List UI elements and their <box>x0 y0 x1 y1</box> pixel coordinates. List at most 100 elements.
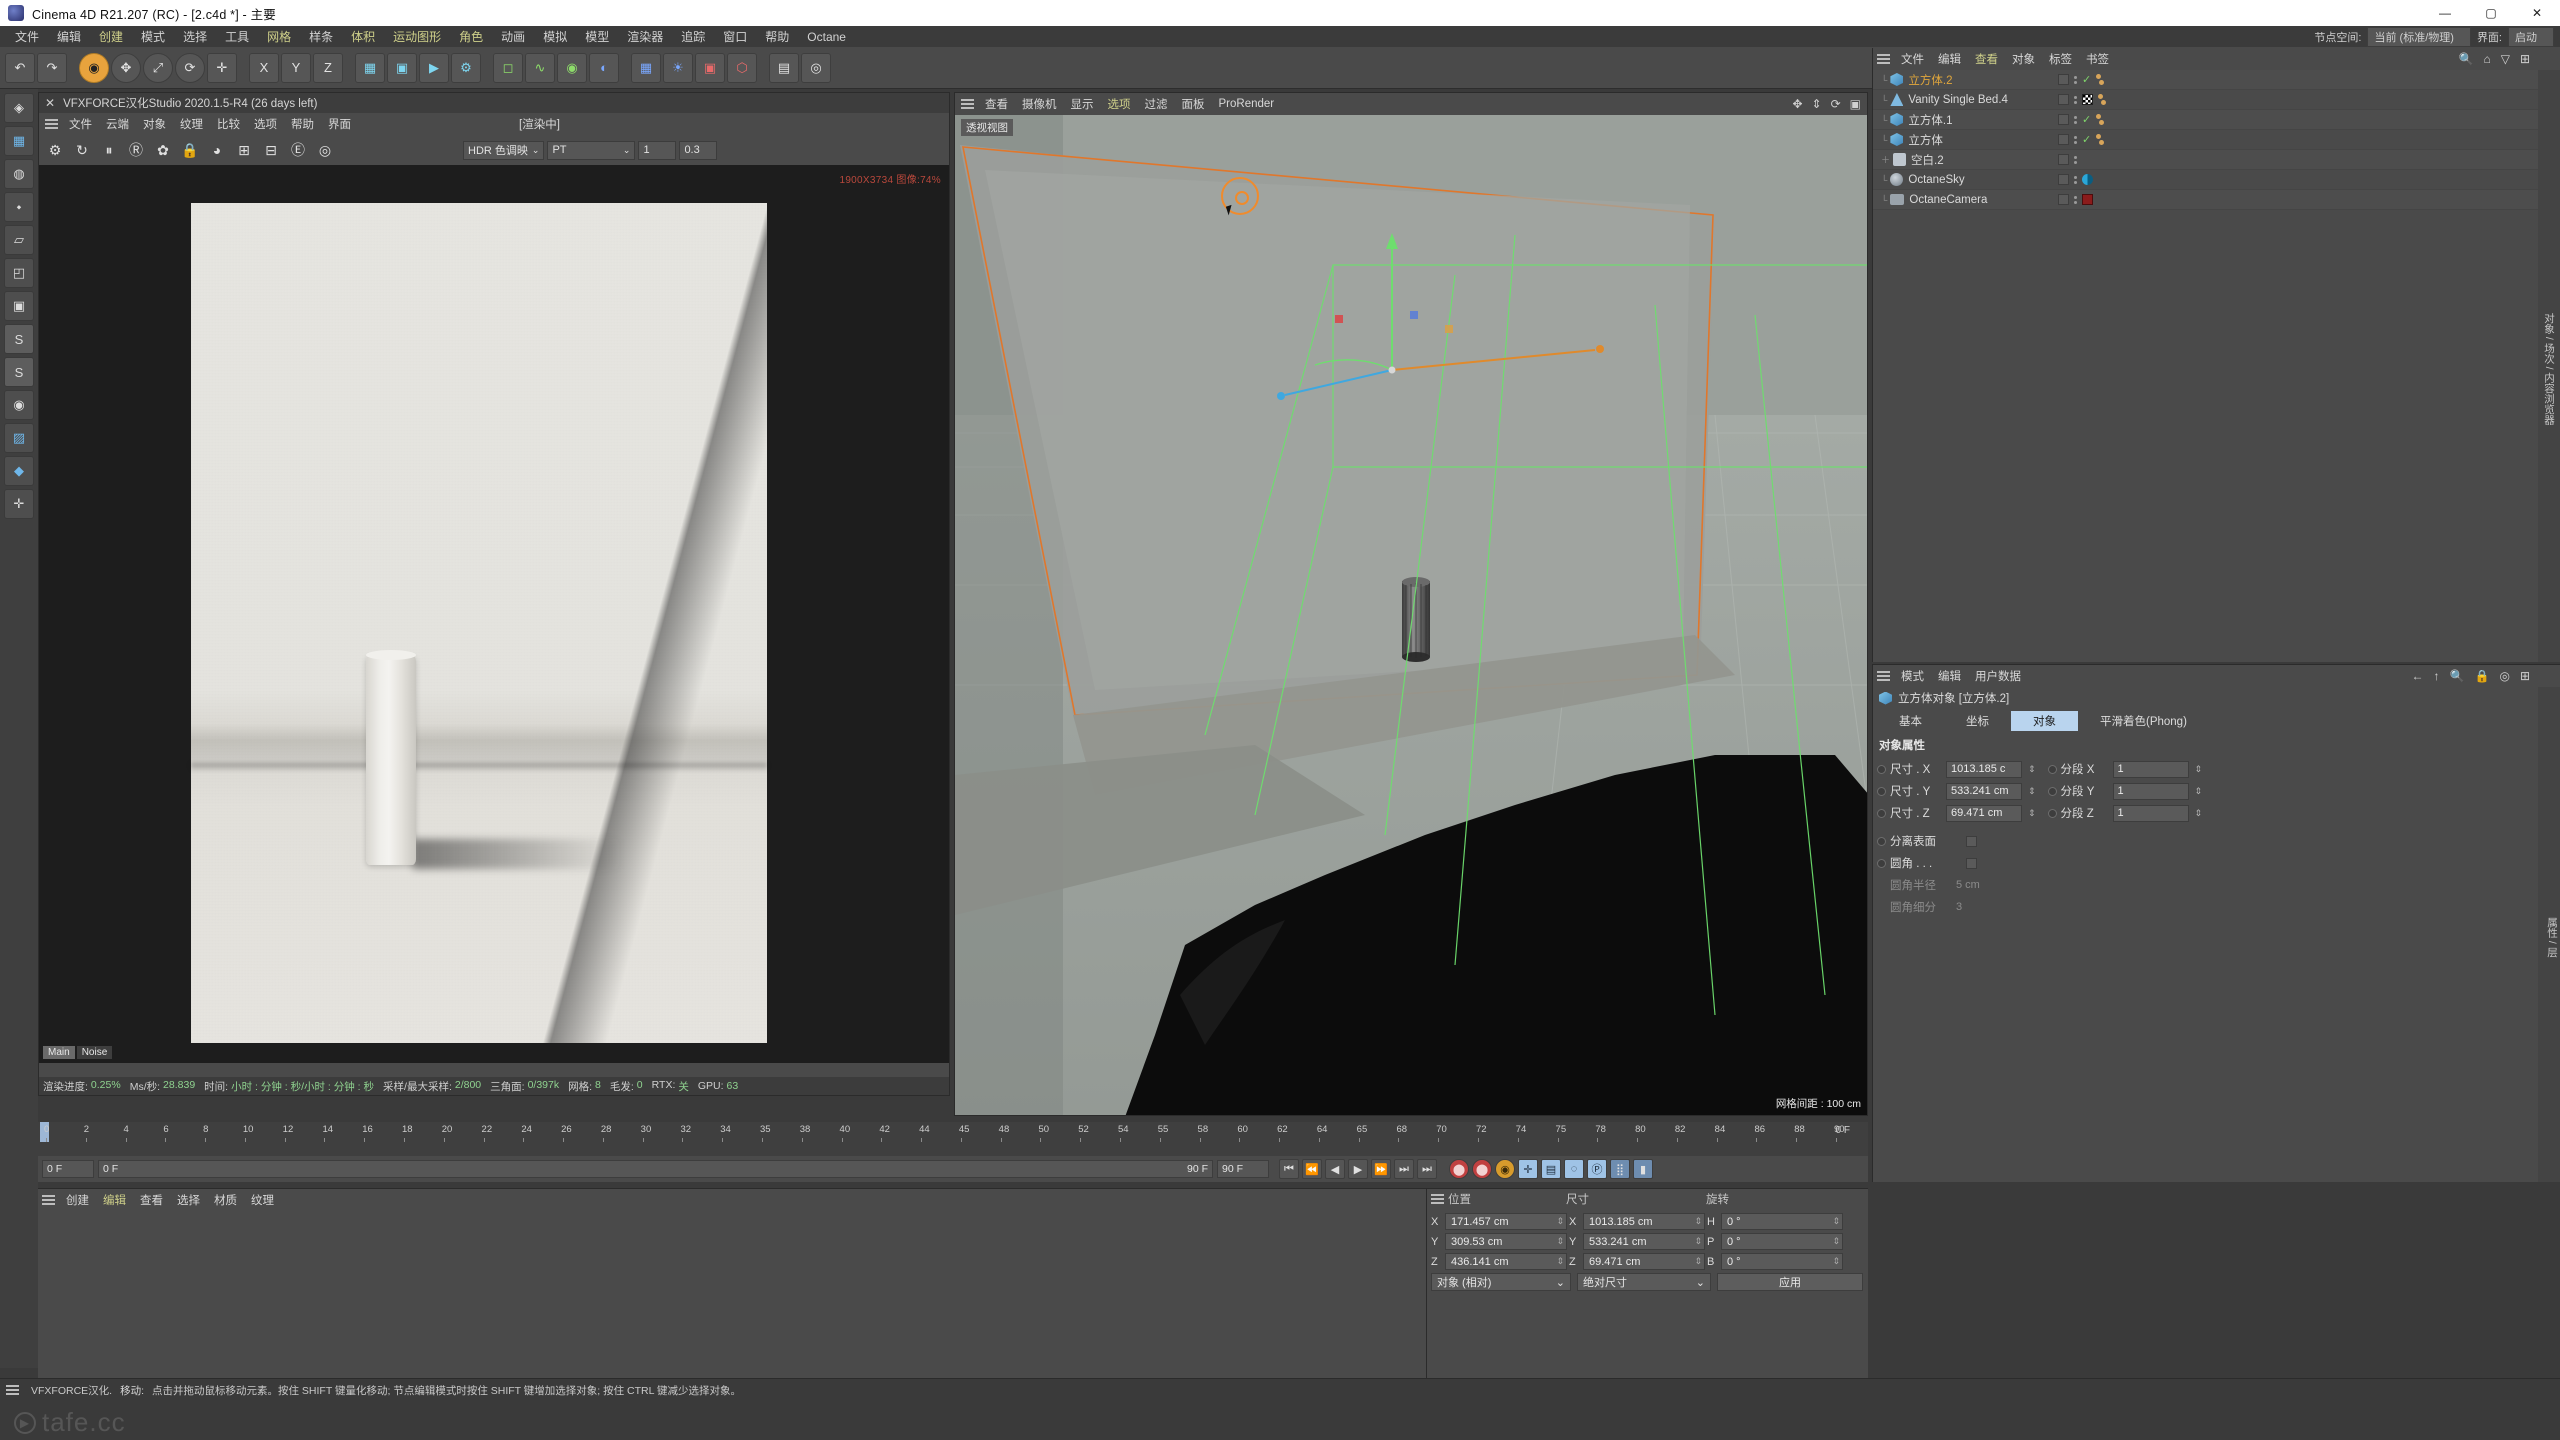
frame-range-bar[interactable]: 0 F 90 F <box>98 1160 1213 1178</box>
viewport-menu-item-1[interactable]: 摄像机 <box>1015 95 1064 113</box>
coord-mode-select[interactable]: 对象 (相对) ⌄ <box>1431 1273 1571 1291</box>
visibility-toggle-icon[interactable] <box>2058 174 2069 185</box>
spinner-icon[interactable]: ⇕ <box>2028 764 2036 775</box>
octane-pass-tabs[interactable]: Main Noise <box>43 1046 113 1059</box>
octane-num-field-2[interactable]: 0.3 <box>679 140 718 160</box>
tree-expand-icon-4[interactable]: ＋ <box>1881 153 1890 166</box>
attribute-tab-2[interactable]: 对象 <box>2011 711 2078 731</box>
viewport-menu-item-4[interactable]: 过滤 <box>1138 95 1175 113</box>
octane-tool-2[interactable]: ⏸ <box>97 138 121 162</box>
light-button[interactable]: ☀ <box>663 52 693 83</box>
object-row-controls[interactable] <box>2058 194 2093 205</box>
octane-menu-item-4[interactable]: 比较 <box>210 115 247 133</box>
viewport-menu-item-5[interactable]: 面板 <box>1175 95 1212 113</box>
record-button-4[interactable]: ▤ <box>1541 1159 1561 1179</box>
attribute-icon-0[interactable]: ← <box>2412 669 2424 683</box>
table-row[interactable]: └ 立方体.2 ✓ <box>1873 70 2538 90</box>
table-row[interactable]: └ 立方体 ✓ <box>1873 130 2538 150</box>
record-button-1[interactable]: ⬤ <box>1472 1159 1492 1179</box>
attribute-manager-side-tabs[interactable]: 属性 / 层 <box>2538 687 2560 1182</box>
object-manager-icons[interactable]: 🔍 ⌂ ▽ ⊞ <box>2459 52 2531 66</box>
object-manager-menu-item-0[interactable]: 文件 <box>1894 50 1931 68</box>
visibility-dots-icon[interactable] <box>2074 75 2077 84</box>
main-menu-item-1[interactable]: 编辑 <box>48 26 90 47</box>
texture-mode-icon[interactable]: ▨ <box>4 423 34 453</box>
octane-tool-8[interactable]: ⊟ <box>259 138 283 162</box>
octane-tool-7[interactable]: ⊞ <box>232 138 256 162</box>
octane-tool-4[interactable]: ✿ <box>151 138 175 162</box>
octane-menu-item-7[interactable]: 界面 <box>321 115 358 133</box>
perspective-viewport[interactable]: 查看 摄像机 显示 选项 过滤 面板 ProRender ✥ ⇕ ⟳ ▣ 透视视图 <box>954 92 1868 1116</box>
visibility-dots-icon[interactable] <box>2074 175 2077 184</box>
material-menu-item-5[interactable]: 纹理 <box>244 1191 281 1209</box>
visibility-toggle-icon[interactable] <box>2058 134 2069 145</box>
attribute-menu-item-0[interactable]: 模式 <box>1894 667 1931 685</box>
transport-button-2[interactable]: ◀ <box>1325 1159 1345 1179</box>
attribute-menu-item-1[interactable]: 编辑 <box>1931 667 1968 685</box>
material-menu-item-1[interactable]: 编辑 <box>96 1191 133 1209</box>
current-frame-field[interactable]: 0 F <box>42 1160 94 1178</box>
octane-menu-item-2[interactable]: 对象 <box>136 115 173 133</box>
record-button-0[interactable]: ⬤ <box>1449 1159 1469 1179</box>
s-mode-icon[interactable]: S <box>4 324 34 354</box>
main-menu-item-3[interactable]: 模式 <box>132 26 174 47</box>
edges-mode-icon[interactable]: ▱ <box>4 225 34 255</box>
object-row-controls[interactable]: ✓ <box>2058 133 2106 146</box>
checkbox[interactable] <box>1966 835 1977 847</box>
mograph-button[interactable]: ⬡ <box>727 52 757 83</box>
material-list[interactable] <box>38 1211 1468 1378</box>
octane-menu-bar[interactable]: 文件 云端 对象 纹理 比较 选项 帮助 界面 [渲染中] <box>39 113 949 135</box>
model-mode-icon[interactable]: ▣ <box>4 291 34 321</box>
object-manager-icon-0[interactable]: 🔍 <box>2459 52 2474 66</box>
coordinates-manager[interactable]: 位置 尺寸 旋转 X 171.457 cm ⇕ X 1013.185 cm ⇕ H 0 ° ⇕ Y… <box>1426 1188 1868 1378</box>
viewport-menu-bar[interactable]: 查看 摄像机 显示 选项 过滤 面板 ProRender ✥ ⇕ ⟳ ▣ <box>955 93 1867 115</box>
main-menu-item-2[interactable]: 创建 <box>90 26 132 47</box>
size-input[interactable]: 533.241 cm ⇕ <box>1583 1233 1705 1250</box>
position-input[interactable]: 171.457 cm ⇕ <box>1445 1213 1567 1230</box>
attribute-field-row[interactable]: 尺寸 . Y 533.241 cm ⇕ 分段 Y 1 ⇕ <box>1873 780 2560 802</box>
position-spinner-icon[interactable]: ⇕ <box>1556 1236 1564 1247</box>
table-row[interactable]: └ 立方体.1 ✓ <box>1873 110 2538 130</box>
attribute-fields[interactable]: 尺寸 . X 1013.185 c ⇕ 分段 X 1 ⇕ 尺寸 . Y 533.241 cm ⇕… <box>1873 758 2560 824</box>
interface-select[interactable]: 启动 <box>2508 27 2554 47</box>
render-settings-button[interactable]: ⚙ <box>451 52 481 83</box>
main-menu-item-15[interactable]: 追踪 <box>672 26 714 47</box>
viewport-menu-item-3[interactable]: 选项 <box>1101 95 1138 113</box>
cube-primitive-button[interactable]: ◻ <box>493 52 523 83</box>
s2-mode-icon[interactable]: S <box>4 357 34 387</box>
tree-expand-icon-2[interactable]: └ <box>1881 115 1887 125</box>
phong-tag-icon[interactable]: ✓ <box>2082 113 2091 126</box>
main-menu-item-14[interactable]: 渲染器 <box>618 26 672 47</box>
timeline-toolbar[interactable]: 0 F 0 F 90 F 90 F ⏮ ⏪ ◀ ▶ ⏩ ⏭ ⏭ ⬤ ⬤ ◉ ✛ ▤ ◌ Ⓟ ⣿ ▮ <box>38 1156 1868 1182</box>
object-manager[interactable]: 文件 编辑 查看 对象 标签 书签 🔍 ⌂ ▽ ⊞ └ 立方体.2 ✓ └ Vanity Single B… <box>1872 48 2560 662</box>
undo-button[interactable]: ↶ <box>5 52 35 83</box>
coordinates-row-1[interactable]: Y 309.53 cm ⇕ Y 533.241 cm ⇕ P 0 ° ⇕ <box>1431 1233 1864 1250</box>
attribute-field-row[interactable]: 尺寸 . X 1013.185 c ⇕ 分段 X 1 ⇕ <box>1873 758 2560 780</box>
record-button-2[interactable]: ◉ <box>1495 1159 1515 1179</box>
attribute-field-row[interactable]: 尺寸 . Z 69.471 cm ⇕ 分段 Z 1 ⇕ <box>1873 802 2560 824</box>
field-input[interactable]: 1013.185 c <box>1946 760 2022 778</box>
octane-menu-item-6[interactable]: 帮助 <box>284 115 321 133</box>
lock-y-button[interactable]: Y <box>281 52 311 83</box>
octane-toolbar[interactable]: ⚙ ↻ ⏸ Ⓡ ✿ 🔒 ◕ ⊞ ⊟ Ⓔ ◎ HDR 色调映 ⌄ PT ⌄ 1 0.3 <box>39 135 949 165</box>
transport-button-4[interactable]: ⏩ <box>1371 1159 1391 1179</box>
viewport-nav-icon-0[interactable]: ✥ <box>1792 97 1802 111</box>
main-menu-item-18[interactable]: Octane <box>798 28 855 46</box>
object-manager-icon-1[interactable]: ⌂ <box>2483 52 2490 66</box>
timeline-ticks[interactable]: 0 F 0 2 4 6 8 10 12 14 16 18 20 22 24 26 28 30 32 34 35 38 4… <box>38 1122 1868 1144</box>
camera-button[interactable]: ▣ <box>695 52 725 83</box>
rotate-button[interactable]: ⟳ <box>175 52 205 83</box>
attribute-icon-2[interactable]: 🔍 <box>2450 669 2465 683</box>
rotation-spinner-icon[interactable]: ⇕ <box>1832 1216 1840 1227</box>
record-button-3[interactable]: ✛ <box>1518 1159 1538 1179</box>
material-menu-item-4[interactable]: 材质 <box>207 1191 244 1209</box>
viewport-nav-icon-2[interactable]: ⟳ <box>1831 97 1841 111</box>
main-menu-item-9[interactable]: 运动图形 <box>384 26 450 47</box>
table-row[interactable]: └ Vanity Single Bed.4 <box>1873 90 2538 110</box>
main-menu-item-17[interactable]: 帮助 <box>756 26 798 47</box>
main-menu-item-5[interactable]: 工具 <box>216 26 258 47</box>
material-menu-item-0[interactable]: 创建 <box>59 1191 96 1209</box>
main-menu-item-6[interactable]: 网格 <box>258 26 300 47</box>
attribute-manager-hamburger-icon[interactable] <box>1877 671 1890 681</box>
field-input[interactable]: 533.241 cm <box>1946 782 2022 800</box>
